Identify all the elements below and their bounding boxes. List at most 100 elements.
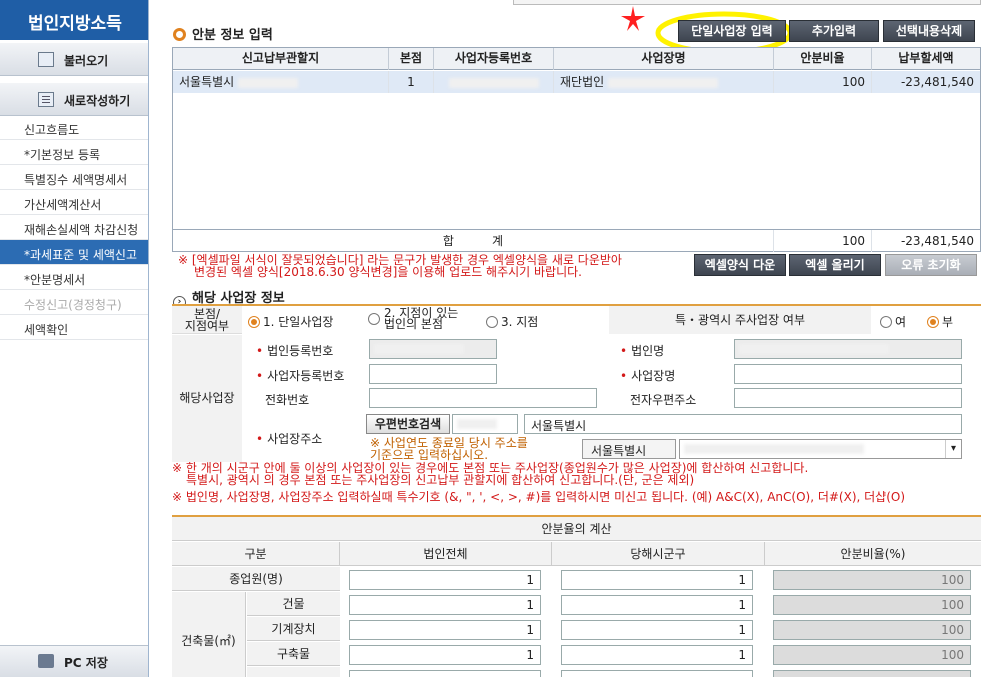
structure-local-input[interactable]: 1 bbox=[561, 645, 753, 665]
sidebar-item-tax-return[interactable]: *과세표준 및 세액신고 bbox=[0, 240, 148, 265]
sidebar-item-amended[interactable]: 수정신고(경정청구) bbox=[0, 290, 148, 315]
delete-selected-button[interactable]: 선택내용삭제 bbox=[883, 20, 975, 42]
building-group-label: 건축물(㎡) bbox=[172, 592, 246, 677]
site-form: 본점/ 지점여부 1. 단일사업장 2. 지점이 있는 법인의 본점 3. 지점… bbox=[172, 304, 981, 462]
calc-header: 구분 법인전체 당해시군구 안분비율(%) bbox=[172, 542, 981, 566]
row-site-name-text: 재단법인 bbox=[560, 75, 605, 89]
sidebar-item-withholding[interactable]: 특별징수 세액명세서 bbox=[0, 165, 148, 190]
save-icon bbox=[38, 654, 54, 668]
apportion-table: 신고납부관할지 본점 사업자등록번호 사업장명 안분비율 납부할세액 서울특별시… bbox=[172, 47, 981, 252]
phone-input[interactable] bbox=[369, 388, 597, 408]
next-row-total-input[interactable] bbox=[349, 670, 541, 677]
total-row: 합 계 100 -23,481,540 bbox=[173, 229, 980, 252]
single-site-button[interactable]: 단일사업장 입력 bbox=[678, 20, 786, 42]
col-tax: 납부할세액 bbox=[898, 51, 954, 65]
metro-no-label: 부 bbox=[942, 315, 954, 329]
type-option-3[interactable]: 3. 지점 bbox=[486, 313, 538, 330]
error-reset-button[interactable]: 오류 초기화 bbox=[885, 254, 977, 276]
sidebar: 법인지방소득 불러오기 새로작성하기 신고흐름도 *기본정보 등록 특별징수 세… bbox=[0, 0, 149, 677]
site-group-label: 해당사업장 bbox=[172, 335, 242, 462]
redacted-text bbox=[374, 344, 464, 354]
email-input[interactable] bbox=[734, 388, 962, 408]
row-jurisdiction: 서울특별시 bbox=[173, 71, 389, 93]
next-row-partial bbox=[247, 667, 340, 677]
redacted-text bbox=[684, 444, 864, 454]
load-button[interactable]: 불러오기 bbox=[0, 42, 148, 76]
col-site-name: 사업장명 bbox=[554, 48, 774, 70]
corp-reg-no-input[interactable] bbox=[369, 339, 497, 359]
apportion-title-text: 안분 정보 입력 bbox=[192, 28, 273, 43]
zip-input[interactable] bbox=[452, 414, 518, 434]
phone-label: 전화번호 bbox=[265, 393, 310, 407]
row-head-office: 1 bbox=[389, 71, 434, 93]
metro-yes-label: 여 bbox=[895, 315, 907, 329]
folder-icon bbox=[38, 52, 54, 67]
next-row-ratio-field bbox=[773, 670, 971, 677]
biz-reg-no-text: 사업자등록번호 bbox=[267, 369, 345, 383]
metro-no[interactable]: 부 bbox=[927, 313, 953, 330]
machinery-label: 기계장치 bbox=[247, 617, 340, 641]
building-ratio-field: 100 bbox=[773, 595, 971, 615]
sidebar-item-penalty[interactable]: 가산세액계산서 bbox=[0, 190, 148, 215]
excel-download-button[interactable]: 엑셀양식 다운 bbox=[694, 254, 786, 276]
machinery-ratio-field: 100 bbox=[773, 620, 971, 640]
new-button[interactable]: 새로작성하기 bbox=[0, 82, 148, 116]
col-brn: 사업자등록번호 bbox=[434, 48, 554, 70]
redacted-text bbox=[739, 344, 889, 354]
redacted-text bbox=[448, 77, 539, 88]
building-local-input[interactable]: 1 bbox=[561, 595, 753, 615]
structure-label: 구축물 bbox=[247, 642, 340, 666]
sidebar-item-basic-info[interactable]: *기본정보 등록 bbox=[0, 140, 148, 165]
right-margin bbox=[988, 0, 1005, 677]
type-option-3-label: 3. 지점 bbox=[501, 315, 539, 329]
email-label: 전자우편주소 bbox=[630, 393, 697, 407]
calc-title: 안분율의 계산 bbox=[172, 517, 981, 541]
biz-name-text: 사업장명 bbox=[631, 369, 676, 383]
city-select[interactable]: 서울특별시 bbox=[582, 439, 676, 459]
apportion-section-title: 안분 정보 입력 bbox=[173, 24, 273, 43]
total-ratio: 100 bbox=[774, 230, 872, 252]
table-row[interactable]: 서울특별시 1 재단법인 100 -23,481,540 bbox=[173, 71, 980, 93]
sidebar-item-tax-check[interactable]: 세액확인 bbox=[0, 315, 148, 340]
excel-upload-button[interactable]: 엑셀 올리기 bbox=[789, 254, 881, 276]
structure-total-input[interactable]: 1 bbox=[349, 645, 541, 665]
type-option-1[interactable]: 1. 단일사업장 bbox=[248, 313, 333, 330]
sidebar-item-disaster[interactable]: 재해손실세액 차감신청 bbox=[0, 215, 148, 240]
building-label: 건물 bbox=[247, 592, 340, 616]
radio-checked-icon bbox=[248, 316, 260, 328]
row-jurisdiction-text: 서울특별시 bbox=[179, 75, 235, 89]
col-ratio: 안분비율 bbox=[774, 48, 872, 70]
district-select[interactable]: ▾ bbox=[679, 439, 962, 459]
total-tax: -23,481,540 bbox=[900, 234, 974, 248]
zip-search-button[interactable]: 우편번호검색 bbox=[366, 414, 450, 434]
pc-save-button[interactable]: PC 저장 bbox=[0, 645, 148, 677]
machinery-total-input[interactable]: 1 bbox=[349, 620, 541, 640]
row-ratio: 100 bbox=[774, 71, 872, 93]
redacted-text bbox=[238, 77, 299, 88]
corp-reg-no-label: • 법인등록번호 bbox=[256, 344, 334, 358]
corp-name-text: 법인명 bbox=[631, 344, 665, 358]
biz-reg-no-input[interactable] bbox=[369, 364, 497, 384]
corp-name-input[interactable] bbox=[734, 339, 962, 359]
add-input-button[interactable]: 추가입력 bbox=[789, 20, 879, 42]
building-total-input[interactable]: 1 bbox=[349, 595, 541, 615]
new-label: 새로작성하기 bbox=[64, 94, 131, 108]
metro-yes[interactable]: 여 bbox=[880, 313, 906, 330]
red-star-icon bbox=[621, 6, 645, 31]
corp-reg-no-text: 법인등록번호 bbox=[267, 344, 334, 358]
biz-name-input[interactable] bbox=[734, 364, 962, 384]
sidebar-item-apportion[interactable]: *안분명세서 bbox=[0, 265, 148, 290]
radio-checked-icon bbox=[927, 316, 939, 328]
redacted-text bbox=[457, 419, 497, 429]
address-input[interactable]: 서울특별시 bbox=[524, 414, 962, 434]
excel-warning: ※ [엑셀파일 서식이 잘못되었습니다] 라는 문구가 발생한 경우 엑셀양식을… bbox=[178, 254, 698, 278]
sidebar-item-flow[interactable]: 신고흐름도 bbox=[0, 115, 148, 140]
redacted-text bbox=[608, 77, 718, 88]
employees-label: 종업원(명) bbox=[172, 567, 340, 591]
section-bullet-icon bbox=[173, 28, 186, 41]
machinery-local-input[interactable]: 1 bbox=[561, 620, 753, 640]
employees-total-input[interactable]: 1 bbox=[349, 570, 541, 590]
type-option-2[interactable]: 2. 지점이 있는 법인의 본점 bbox=[368, 307, 458, 330]
next-row-local-input[interactable] bbox=[561, 670, 753, 677]
employees-local-input[interactable]: 1 bbox=[561, 570, 753, 590]
